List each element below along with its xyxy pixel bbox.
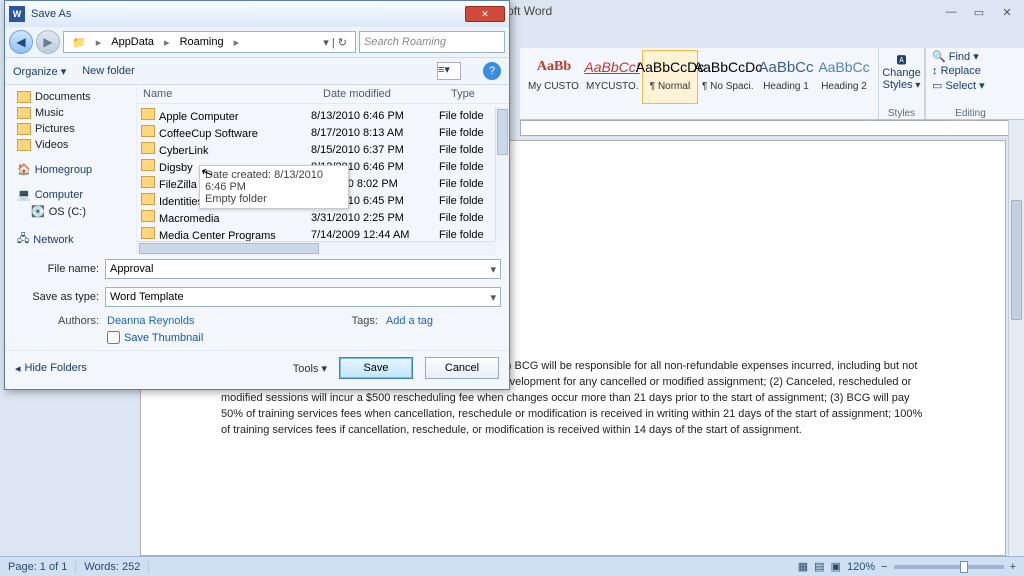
tree-drive[interactable]: 💽 OS (C:) <box>17 203 132 220</box>
list-vscroll[interactable] <box>495 107 509 241</box>
word-count[interactable]: Words: 252 <box>76 561 149 573</box>
hide-folders-button[interactable]: ◂ Hide Folders <box>15 362 87 375</box>
styles-group-label: Styles <box>888 108 915 119</box>
scroll-thumb[interactable] <box>1011 200 1022 320</box>
save-thumbnail-label: Save Thumbnail <box>124 332 203 344</box>
organize-button[interactable]: Organize ▾ <box>13 65 66 78</box>
search-input[interactable]: Search Roaming <box>359 31 505 53</box>
view-read-icon[interactable]: ▤ <box>814 560 824 573</box>
tree-videos[interactable]: Videos <box>17 137 132 153</box>
ribbon: AaBbMy CUSTO...AaBbCcIMYCUSTO...AaBbCcDc… <box>520 48 1024 120</box>
window-controls: — ▭ ✕ <box>944 6 1014 19</box>
nav-back-button[interactable]: ◀ <box>9 30 33 54</box>
breadcrumb[interactable]: 📁▸ AppData▸ Roaming▸ ▾ | ↻ <box>63 31 356 53</box>
folder-tooltip: Date created: 8/13/2010 6:46 PM Empty fo… <box>199 165 349 209</box>
tree-documents[interactable]: Documents <box>17 89 132 105</box>
breadcrumb-item[interactable]: Roaming <box>176 36 228 48</box>
styles-gallery[interactable]: AaBbMy CUSTO...AaBbCcIMYCUSTO...AaBbCcDc… <box>520 48 879 119</box>
zoom-out-button[interactable]: − <box>881 561 887 573</box>
list-item[interactable]: Media Center Programs7/14/2009 12:44 AMF… <box>137 226 495 241</box>
help-icon[interactable]: ? <box>483 62 501 80</box>
word-icon: W <box>9 6 25 22</box>
save-as-dialog: W Save As ✕ ◀ ▶ 📁▸ AppData▸ Roaming▸ ▾ |… <box>4 0 510 390</box>
status-bar: Page: 1 of 1 Words: 252 ▦ ▤ ▣ 120% − + <box>0 556 1024 576</box>
editing-group-label: Editing <box>955 108 986 119</box>
tags-value[interactable]: Add a tag <box>386 315 433 327</box>
tags-label: Tags: <box>352 315 378 327</box>
col-type[interactable]: Type <box>447 88 507 100</box>
col-name[interactable]: Name <box>139 88 319 100</box>
dialog-title: Save As <box>31 8 71 20</box>
list-item[interactable]: CyberLink8/15/2010 6:37 PMFile folde <box>137 141 495 158</box>
zoom-value[interactable]: 120% <box>847 561 875 573</box>
style-option[interactable]: AaBbCcHeading 2 <box>816 50 872 104</box>
select-button[interactable]: ▭ Select ▾ <box>932 79 1009 92</box>
zoom-slider[interactable] <box>894 565 1004 569</box>
authors-label: Authors: <box>13 315 99 327</box>
cancel-button[interactable]: Cancel <box>425 357 499 379</box>
tree-computer[interactable]: 💻 Computer <box>17 186 132 203</box>
style-option[interactable]: AaBbCcHeading 1 <box>758 50 814 104</box>
style-option[interactable]: AaBbCcDc¶ No Spaci... <box>700 50 756 104</box>
page-indicator[interactable]: Page: 1 of 1 <box>0 561 76 573</box>
ruler <box>520 120 1010 136</box>
view-button[interactable]: ≡▾ <box>437 62 461 80</box>
dialog-titlebar[interactable]: W Save As ✕ <box>5 1 509 27</box>
save-type-select[interactable]: Word Template▾ <box>105 287 501 307</box>
change-styles-button[interactable]: 🅰Change Styles ▾ <box>881 52 922 91</box>
save-type-label: Save as type: <box>13 291 99 303</box>
view-web-icon[interactable]: ▣ <box>831 560 841 573</box>
folder-icon: 📁 <box>68 36 90 49</box>
list-item[interactable]: Macromedia3/31/2010 2:25 PMFile folde <box>137 209 495 226</box>
dialog-close-button[interactable]: ✕ <box>465 6 505 22</box>
find-button[interactable]: 🔍 Find ▾ <box>932 50 1009 63</box>
view-print-icon[interactable]: ▦ <box>798 560 808 573</box>
new-folder-button[interactable]: New folder <box>82 65 135 77</box>
style-option[interactable]: AaBbCcIMYCUSTO... <box>584 50 640 104</box>
column-headers[interactable]: Name Date modified Type <box>137 85 509 104</box>
save-thumbnail-checkbox[interactable] <box>107 331 120 344</box>
save-button[interactable]: Save <box>339 357 413 379</box>
tree-network[interactable]: 🖧 Network <box>17 228 132 251</box>
minimize-icon[interactable]: — <box>944 6 958 19</box>
tools-button[interactable]: Tools ▾ <box>293 362 327 375</box>
file-name-label: File name: <box>13 263 99 275</box>
list-item[interactable]: Apple Computer8/13/2010 6:46 PMFile fold… <box>137 107 495 124</box>
col-date[interactable]: Date modified <box>319 88 447 100</box>
list-item[interactable]: CoffeeCup Software8/17/2010 8:13 AMFile … <box>137 124 495 141</box>
nav-forward-button: ▶ <box>36 30 60 54</box>
tree-pictures[interactable]: Pictures <box>17 121 132 137</box>
style-option[interactable]: AaBbCcDc¶ Normal <box>642 50 698 104</box>
nav-tree[interactable]: Documents Music Pictures Videos 🏠 Homegr… <box>5 85 137 255</box>
zoom-in-button[interactable]: + <box>1010 561 1016 573</box>
authors-value[interactable]: Deanna Reynolds <box>107 315 194 327</box>
file-name-input[interactable]: Approval▾ <box>105 259 501 279</box>
replace-button[interactable]: ↕ Replace <box>932 65 1009 77</box>
close-icon[interactable]: ✕ <box>1000 6 1014 19</box>
breadcrumb-item[interactable]: AppData <box>107 36 158 48</box>
tree-music[interactable]: Music <box>17 105 132 121</box>
tree-homegroup[interactable]: 🏠 Homegroup <box>17 161 132 178</box>
style-option[interactable]: AaBbMy CUSTO... <box>526 50 582 104</box>
list-hscroll[interactable] <box>137 241 495 255</box>
restore-icon[interactable]: ▭ <box>972 6 986 19</box>
vertical-scrollbar[interactable] <box>1008 120 1024 556</box>
